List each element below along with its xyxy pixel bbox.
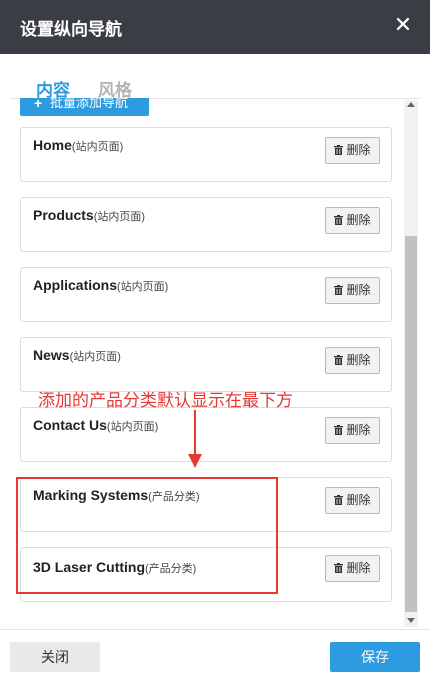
nav-item-label: Contact Us(站内页面) [33,417,158,434]
delete-button[interactable]: 删除 [325,347,380,374]
delete-label: 删除 [346,143,371,157]
trash-icon [334,285,344,295]
nav-item-products[interactable]: Products(站内页面) 删除 [20,197,392,252]
trash-icon [334,495,344,505]
delete-label: 删除 [346,283,371,297]
nav-item-label: Products(站内页面) [33,207,145,224]
nav-item-applications[interactable]: Applications(站内页面) 删除 [20,267,392,322]
nav-item-type: (站内页面) [69,351,121,363]
annotation-arrow-line [194,410,196,458]
annotation-highlight-box [16,477,278,594]
delete-label: 删除 [346,213,371,227]
nav-item-label: Home(站内页面) [33,137,123,154]
nav-item-label: News(站内页面) [33,347,121,364]
trash-icon [334,563,344,573]
delete-label: 删除 [346,423,371,437]
trash-icon [334,215,344,225]
nav-item-name: News [33,347,70,363]
scroll-up-arrow-icon[interactable] [407,102,415,107]
nav-item-name: Home [33,137,72,153]
scroll-down-arrow-icon[interactable] [407,618,415,623]
nav-item-home[interactable]: Home(站内页面) 删除 [20,127,392,182]
scrollbar-thumb[interactable] [405,236,417,612]
plus-icon: + [34,98,43,111]
delete-button[interactable]: 删除 [325,555,380,582]
close-button[interactable]: 关闭 [10,642,100,672]
dialog-title: 设置纵向导航 [20,20,122,39]
nav-item-type: (站内页面) [117,281,169,293]
nav-item-name: Products [33,207,94,223]
delete-label: 删除 [346,493,371,507]
delete-button[interactable]: 删除 [325,417,380,444]
dialog-titlebar: 设置纵向导航 ✕ [0,0,430,54]
batch-add-label: 批量添加导航 [50,98,129,110]
nav-item-type: (站内页面) [71,141,124,153]
trash-icon [334,425,344,435]
navigation-settings-dialog: 设置纵向导航 ✕ 内容 风格 + 批量添加导航 Home(站内页面) 删除 Pr… [0,0,430,681]
delete-label: 删除 [346,561,371,575]
close-icon[interactable]: ✕ [390,12,416,38]
delete-button[interactable]: 删除 [325,137,380,164]
nav-item-type: (站内页面) [93,211,146,223]
delete-button[interactable]: 删除 [325,207,380,234]
batch-add-nav-button[interactable]: + 批量添加导航 [20,98,149,116]
annotation-arrow-head-icon [188,454,202,468]
delete-button[interactable]: 删除 [325,277,380,304]
delete-button[interactable]: 删除 [325,487,380,514]
vertical-scrollbar[interactable] [404,100,418,627]
trash-icon [334,355,344,365]
nav-item-type: (站内页面) [106,421,159,433]
nav-item-label: Applications(站内页面) [33,277,168,294]
dialog-footer: 关闭 保存 [0,629,430,681]
save-button[interactable]: 保存 [330,642,420,672]
nav-item-name: Applications [33,277,118,293]
trash-icon [334,145,344,155]
annotation-text: 添加的产品分类默认显示在最下方 [38,391,293,411]
delete-label: 删除 [346,353,371,367]
nav-item-news[interactable]: News(站内页面) 删除 [20,337,392,392]
nav-item-contact-us[interactable]: Contact Us(站内页面) 删除 [20,407,392,462]
nav-item-name: Contact Us [33,417,107,433]
